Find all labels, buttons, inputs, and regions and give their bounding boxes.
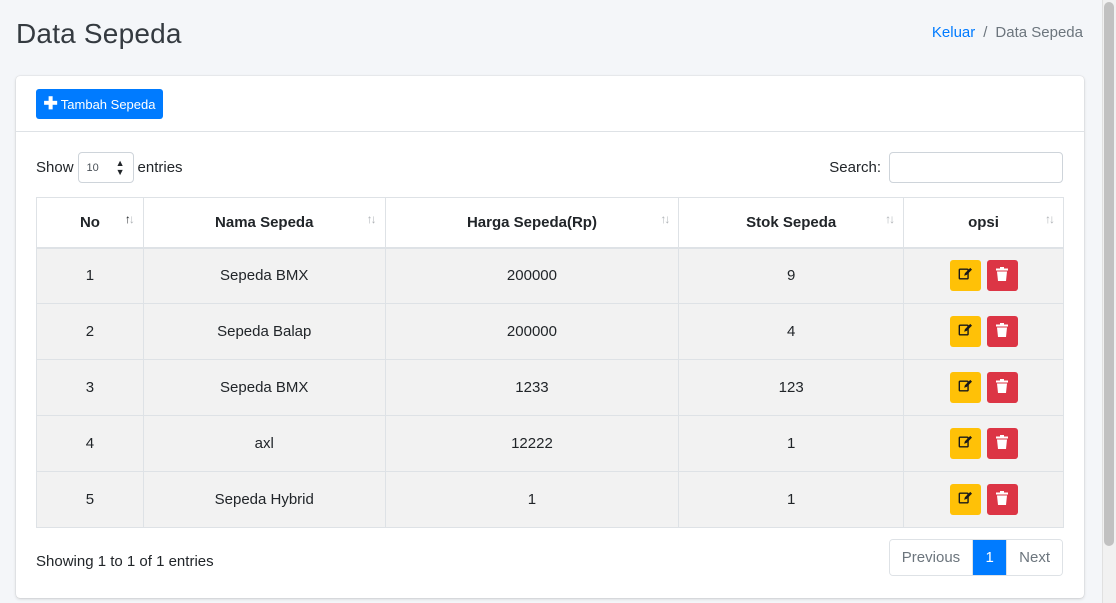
page-scrollbar[interactable] (1102, 0, 1116, 603)
edit-icon (958, 435, 973, 452)
edit-button[interactable] (949, 316, 981, 347)
sort-icon: ↑↓ (660, 212, 670, 226)
row-actions (904, 260, 1063, 292)
trash-icon (996, 435, 1009, 452)
edit-button[interactable] (949, 484, 981, 515)
trash-icon (996, 379, 1009, 396)
entries-length-select[interactable]: 10 ▲ ▼ (77, 152, 134, 183)
cell-nama: Sepeda Balap (142, 303, 386, 360)
delete-button[interactable] (986, 372, 1018, 403)
data-card: ✚ Tambah Sepeda Show 10 ▲ ▼ entries Searc… (16, 76, 1084, 598)
pagination-next[interactable]: Next (1006, 540, 1062, 575)
column-header-nama[interactable]: Nama Sepeda ↑↓ (142, 197, 386, 249)
pagination-previous[interactable]: Previous (889, 540, 973, 575)
edit-button[interactable] (949, 372, 981, 403)
delete-button[interactable] (986, 316, 1018, 347)
cell-nama: Sepeda BMX (142, 247, 386, 304)
row-actions (904, 484, 1063, 515)
entries-length-control: Show 10 ▲ ▼ entries (36, 152, 183, 183)
select-arrows-icon: ▲ ▼ (115, 158, 125, 177)
row-actions (904, 372, 1063, 403)
cell-opsi (903, 471, 1064, 528)
add-bike-label: Tambah Sepeda (60, 96, 156, 112)
breadcrumb-current: Data Sepeda (995, 24, 1083, 41)
column-header-harga[interactable]: Harga Sepeda(Rp) ↑↓ (384, 197, 680, 249)
cell-no: 3 (36, 359, 144, 416)
edit-icon (958, 379, 973, 396)
trash-icon (996, 491, 1009, 508)
column-header-no[interactable]: No ↑↓ (36, 197, 144, 249)
breadcrumb: Keluar / Data Sepeda (932, 24, 1083, 41)
cell-no: 1 (36, 247, 144, 304)
cell-stok: 1 (678, 415, 905, 472)
column-header-label: Stok Sepeda (746, 213, 837, 231)
column-header-label: Harga Sepeda(Rp) (466, 213, 597, 231)
table-header-row: No ↑↓ Nama Sepeda ↑↓ Harga Sepeda(Rp) ↑↓… (36, 197, 1064, 249)
breadcrumb-separator: / (983, 24, 988, 41)
scrollbar-thumb[interactable] (1104, 2, 1114, 546)
cell-harga: 12222 (384, 415, 680, 472)
pagination: Previous 1 Next (888, 539, 1063, 576)
cell-stok: 9 (678, 247, 905, 304)
table-row: 5 Sepeda Hybrid 1 1 (36, 471, 1064, 528)
column-header-label: opsi (968, 213, 999, 231)
plus-icon: ✚ (43, 93, 58, 113)
cell-opsi (903, 247, 1064, 304)
row-actions (904, 428, 1063, 459)
delete-button[interactable] (986, 484, 1018, 515)
pagination-page-current[interactable]: 1 (972, 540, 1007, 575)
cell-nama: Sepeda Hybrid (142, 471, 386, 528)
edit-icon (958, 267, 973, 284)
cell-harga: 200000 (384, 303, 680, 360)
edit-icon (958, 323, 973, 340)
edit-button[interactable] (949, 428, 981, 459)
entries-length-value: 10 (86, 161, 99, 174)
table-row: 1 Sepeda BMX 200000 9 (36, 247, 1064, 304)
delete-button[interactable] (986, 260, 1018, 292)
cell-harga: 1233 (384, 359, 680, 416)
table-body: 1 Sepeda BMX 200000 9 2 Sepeda Balap 200000 4 3 S… (36, 247, 1064, 528)
page-title: Data Sepeda (16, 18, 182, 49)
cell-stok: 4 (678, 303, 905, 360)
search-label: Search: (829, 159, 881, 176)
cell-no: 5 (36, 471, 144, 528)
search-input[interactable] (889, 152, 1063, 183)
trash-icon (996, 267, 1009, 284)
edit-icon (958, 491, 973, 508)
edit-button[interactable] (949, 260, 981, 292)
cell-opsi (903, 359, 1064, 416)
column-header-opsi[interactable]: opsi ↑↓ (903, 197, 1064, 249)
cell-stok: 1 (678, 471, 905, 528)
sort-icon: ↑↓ (885, 212, 895, 226)
cell-nama: axl (142, 415, 386, 472)
bike-table: No ↑↓ Nama Sepeda ↑↓ Harga Sepeda(Rp) ↑↓… (36, 197, 1064, 528)
search-control: Search: (829, 152, 1063, 183)
cell-stok: 123 (678, 359, 905, 416)
sort-icon: ↑↓ (1045, 212, 1055, 226)
cell-no: 4 (36, 415, 144, 472)
breadcrumb-logout-link[interactable]: Keluar (932, 24, 975, 41)
table-row: 2 Sepeda Balap 200000 4 (36, 303, 1064, 360)
table-info: Showing 1 to 1 of 1 entries (36, 553, 214, 570)
trash-icon (996, 323, 1009, 340)
column-header-label: Nama Sepeda (215, 213, 314, 231)
table-row: 3 Sepeda BMX 1233 123 (36, 359, 1064, 416)
entries-label: entries (137, 159, 183, 176)
cell-no: 2 (36, 303, 144, 360)
card-header: ✚ Tambah Sepeda (16, 76, 1084, 132)
cell-opsi (903, 303, 1064, 360)
cell-opsi (903, 415, 1064, 472)
cell-harga: 1 (384, 471, 680, 528)
table-row: 4 axl 12222 1 (36, 415, 1064, 472)
sort-icon: ↑↓ (366, 212, 377, 226)
show-label: Show (36, 159, 74, 176)
column-header-stok[interactable]: Stok Sepeda ↑↓ (678, 197, 905, 249)
column-header-label: No (79, 213, 100, 231)
add-bike-button[interactable]: ✚ Tambah Sepeda (36, 89, 163, 119)
cell-nama: Sepeda BMX (142, 359, 386, 416)
delete-button[interactable] (986, 428, 1018, 459)
row-actions (904, 316, 1063, 347)
cell-harga: 200000 (384, 247, 680, 304)
sort-asc-icon: ↑↓ (124, 212, 135, 226)
